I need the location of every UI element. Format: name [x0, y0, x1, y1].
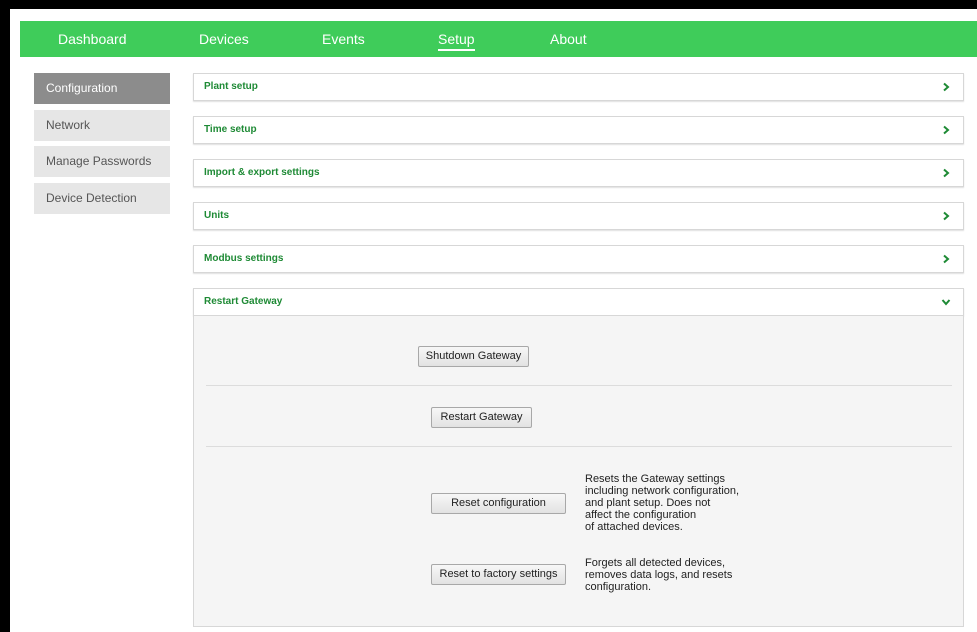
chevron-right-icon: [943, 254, 950, 264]
divider: [206, 385, 952, 386]
panel-title: Modbus settings: [204, 253, 284, 264]
panel-restart-gateway[interactable]: Restart Gateway: [193, 288, 964, 316]
panel-title: Time setup: [204, 124, 257, 135]
sidebar-item-manage-passwords[interactable]: Manage Passwords: [34, 146, 170, 177]
chevron-right-icon: [943, 211, 950, 221]
chevron-down-icon: [941, 299, 951, 306]
panel-title: Plant setup: [204, 81, 258, 92]
shutdown-gateway-button[interactable]: Shutdown Gateway: [418, 346, 529, 367]
sidebar-item-network[interactable]: Network: [34, 110, 170, 141]
divider: [206, 446, 952, 447]
panel-plant-setup[interactable]: Plant setup: [193, 73, 964, 101]
sidebar-item-configuration[interactable]: Configuration: [34, 73, 170, 104]
panel-import-export[interactable]: Import & export settings: [193, 159, 964, 187]
nav-setup[interactable]: Setup: [438, 21, 475, 57]
nav-setup-label: Setup: [438, 30, 475, 51]
nav-about[interactable]: About: [550, 21, 587, 57]
panel-units[interactable]: Units: [193, 202, 964, 230]
chevron-right-icon: [943, 125, 950, 135]
reset-configuration-description: Resets the Gateway settings including ne…: [585, 473, 740, 533]
sidebar-item-device-detection[interactable]: Device Detection: [34, 183, 170, 214]
chevron-right-icon: [943, 168, 950, 178]
restart-gateway-button[interactable]: Restart Gateway: [431, 407, 532, 428]
restart-gateway-content: Shutdown Gateway Restart Gateway Reset c…: [193, 316, 964, 627]
nav-dashboard[interactable]: Dashboard: [58, 21, 127, 57]
panel-title: Restart Gateway: [204, 296, 283, 307]
nav-devices[interactable]: Devices: [199, 21, 249, 57]
panel-time-setup[interactable]: Time setup: [193, 116, 964, 144]
top-nav-bar: Dashboard Devices Events Setup About: [20, 21, 977, 57]
reset-configuration-button[interactable]: Reset configuration: [431, 493, 566, 514]
nav-events[interactable]: Events: [322, 21, 365, 57]
panel-modbus-settings[interactable]: Modbus settings: [193, 245, 964, 273]
window-frame-left: [0, 0, 10, 632]
chevron-right-icon: [943, 82, 950, 92]
panel-title: Import & export settings: [204, 167, 320, 178]
reset-factory-description: Forgets all detected devices, removes da…: [585, 557, 733, 593]
panel-title: Units: [204, 210, 229, 221]
window-frame-top: [0, 0, 977, 9]
reset-factory-button[interactable]: Reset to factory settings: [431, 564, 566, 585]
